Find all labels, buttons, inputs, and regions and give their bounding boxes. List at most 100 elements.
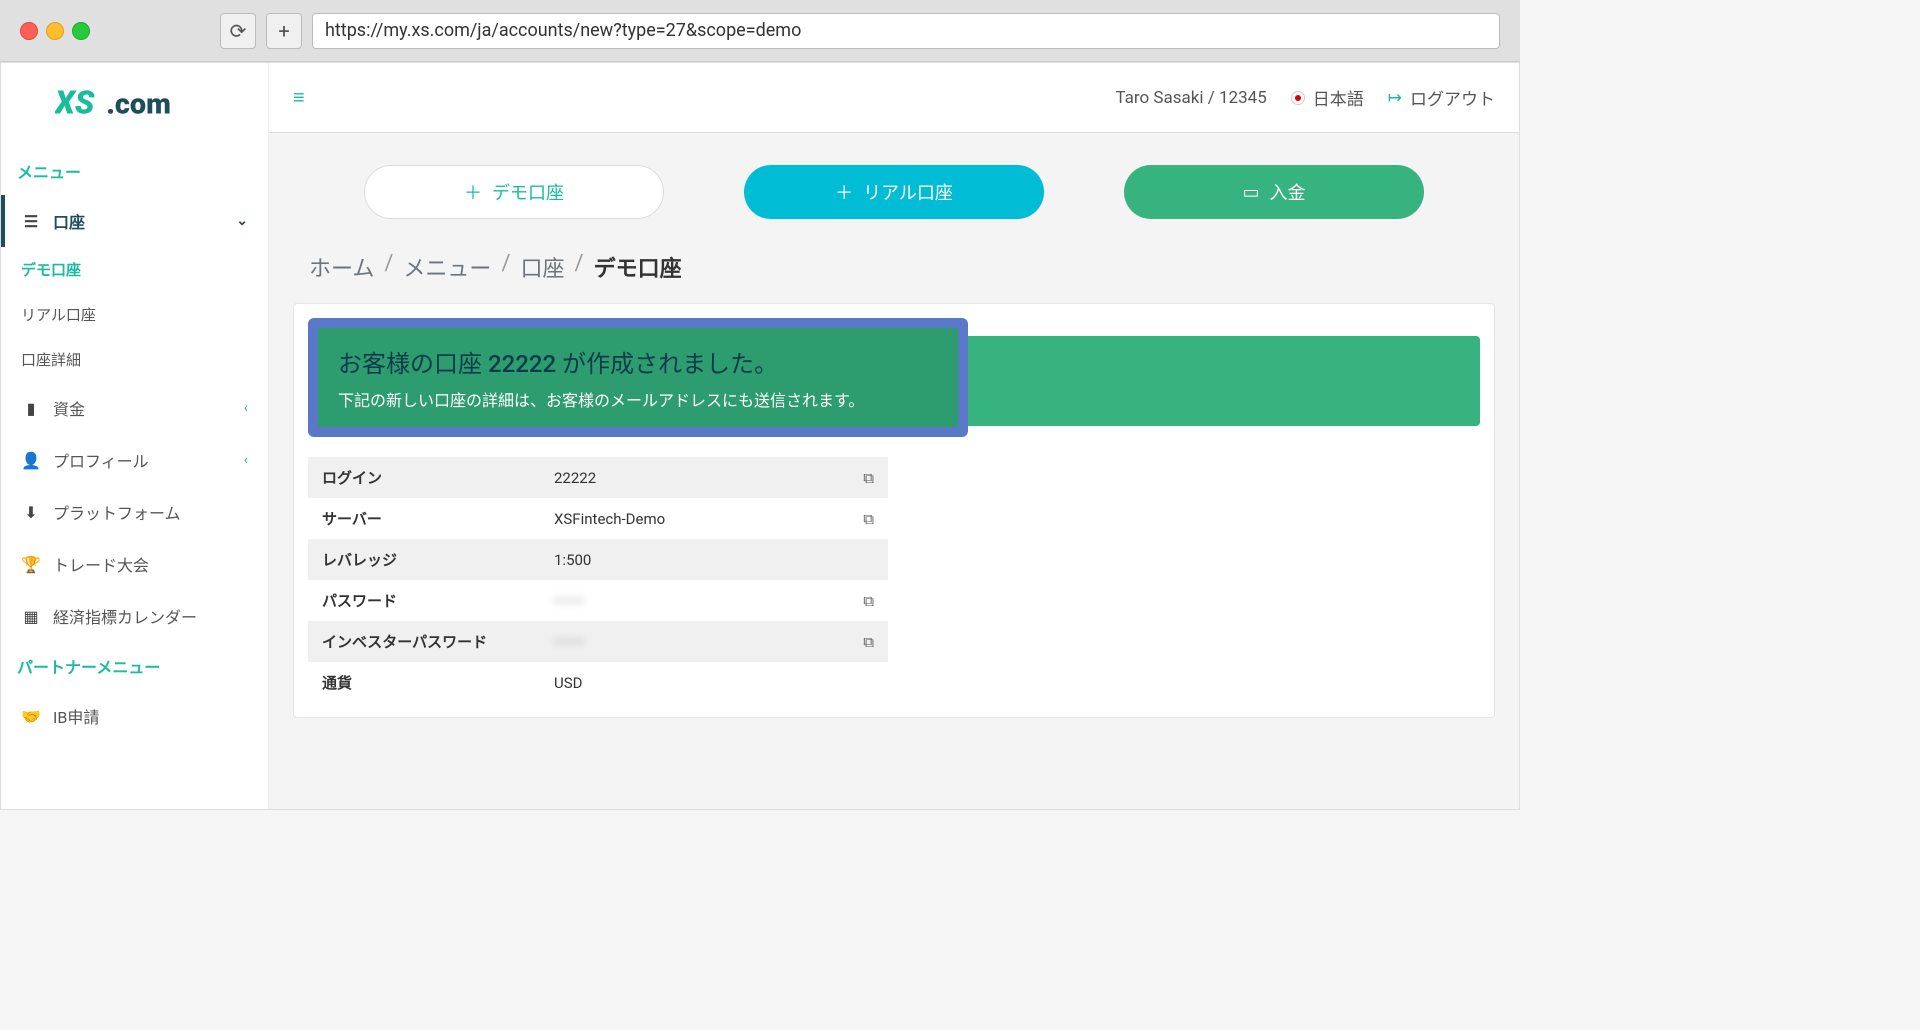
main: ≡ Taro Sasaki / 12345 日本語 ↦ ログアウト ＋ デモ口座… bbox=[269, 63, 1519, 809]
handshake-icon: 🤝 bbox=[21, 707, 41, 726]
login-label: ログイン bbox=[308, 457, 540, 498]
table-row: ログイン 22222 ⧉ bbox=[308, 457, 888, 498]
copy-placeholder bbox=[830, 539, 888, 580]
logo[interactable]: XS .com bbox=[1, 73, 268, 147]
sidebar-item-label: 資金 bbox=[53, 396, 85, 420]
table-row: サーバー XSFintech-Demo ⧉ bbox=[308, 498, 888, 539]
logout-button[interactable]: ↦ ログアウト bbox=[1388, 85, 1495, 110]
menu-header: メニュー bbox=[1, 147, 268, 195]
wallet-icon: ▮ bbox=[21, 399, 41, 418]
real-account-button[interactable]: ＋ リアル口座 bbox=[744, 165, 1044, 219]
copy-login-button[interactable]: ⧉ bbox=[830, 457, 888, 498]
chevron-down-icon: ⌄ bbox=[236, 213, 248, 229]
button-label: リアル口座 bbox=[863, 179, 953, 205]
list-icon: ☰ bbox=[21, 212, 41, 231]
sidebar-sub-detail[interactable]: 口座詳細 bbox=[1, 337, 268, 382]
sidebar-item-accounts[interactable]: ☰ 口座 ⌄ bbox=[1, 195, 268, 247]
copy-password-button[interactable]: ⧉ bbox=[830, 580, 888, 621]
hamburger-icon[interactable]: ≡ bbox=[293, 85, 305, 110]
svg-text:.com: .com bbox=[106, 87, 171, 121]
deposit-button[interactable]: ▭ 入金 bbox=[1124, 165, 1424, 219]
partner-header: パートナーメニュー bbox=[1, 642, 268, 690]
investor-value: •••••• bbox=[540, 621, 830, 662]
sidebar-item-label: IB申請 bbox=[53, 704, 99, 728]
server-label: サーバー bbox=[308, 498, 540, 539]
currency-label: 通貨 bbox=[308, 662, 540, 703]
demo-account-button[interactable]: ＋ デモ口座 bbox=[364, 165, 664, 219]
topbar: ≡ Taro Sasaki / 12345 日本語 ↦ ログアウト bbox=[269, 63, 1519, 133]
chevron-left-icon: ‹ bbox=[244, 400, 248, 416]
sidebar-item-ib[interactable]: 🤝 IB申請 bbox=[1, 690, 268, 742]
sidebar-item-funds[interactable]: ▮ 資金 ‹ bbox=[1, 382, 268, 434]
investor-label: インベスターパスワード bbox=[308, 621, 540, 662]
sidebar: XS .com メニュー ☰ 口座 ⌄ デモ口座 リアル口座 口座詳細 ▮ 資金 … bbox=[1, 63, 269, 809]
button-label: デモ口座 bbox=[492, 179, 564, 205]
breadcrumb-current: デモ口座 bbox=[594, 251, 682, 283]
card-icon: ▭ bbox=[1242, 182, 1259, 203]
trophy-icon: 🏆 bbox=[21, 555, 41, 574]
breadcrumb-home[interactable]: ホーム bbox=[309, 251, 374, 283]
user-info: Taro Sasaki / 12345 bbox=[1115, 88, 1266, 108]
logout-label: ログアウト bbox=[1410, 85, 1495, 110]
currency-value: USD bbox=[540, 662, 830, 703]
copy-investor-button[interactable]: ⧉ bbox=[830, 621, 888, 662]
plus-icon: ＋ bbox=[464, 179, 482, 205]
account-details-table: ログイン 22222 ⧉ サーバー XSFintech-Demo ⧉ レバレッジ… bbox=[308, 457, 888, 703]
reload-button[interactable]: ⟳ bbox=[220, 13, 256, 49]
app: XS .com メニュー ☰ 口座 ⌄ デモ口座 リアル口座 口座詳細 ▮ 資金 … bbox=[0, 62, 1520, 810]
sidebar-item-platform[interactable]: ⬇ プラットフォーム bbox=[1, 486, 268, 538]
table-row: パスワード •••••• ⧉ bbox=[308, 580, 888, 621]
password-label: パスワード bbox=[308, 580, 540, 621]
copy-server-button[interactable]: ⧉ bbox=[830, 498, 888, 539]
breadcrumb-accounts[interactable]: 口座 bbox=[521, 251, 565, 283]
breadcrumb-menu[interactable]: メニュー bbox=[403, 251, 491, 283]
japan-flag-icon bbox=[1291, 91, 1305, 105]
sidebar-item-label: トレード大会 bbox=[53, 552, 149, 576]
new-tab-button[interactable]: + bbox=[266, 13, 302, 49]
browser-chrome: ⟳ + https://my.xs.com/ja/accounts/new?ty… bbox=[0, 0, 1520, 62]
breadcrumb-sep: / bbox=[384, 251, 393, 283]
leverage-value: 1:500 bbox=[540, 539, 830, 580]
password-value: •••••• bbox=[540, 580, 830, 621]
sidebar-item-label: 経済指標カレンダー bbox=[53, 604, 197, 628]
server-value: XSFintech-Demo bbox=[540, 498, 830, 539]
language-selector[interactable]: 日本語 bbox=[1291, 85, 1364, 110]
url-bar[interactable]: https://my.xs.com/ja/accounts/new?type=2… bbox=[312, 13, 1500, 49]
banner-wrap: お客様の口座 22222 が作成されました。 下記の新しい口座の詳細は、お客様の… bbox=[308, 318, 1480, 437]
button-label: 入金 bbox=[1270, 179, 1306, 205]
close-window-icon[interactable] bbox=[20, 22, 38, 40]
traffic-lights bbox=[20, 22, 90, 40]
maximize-window-icon[interactable] bbox=[72, 22, 90, 40]
leverage-label: レバレッジ bbox=[308, 539, 540, 580]
sidebar-sub-demo[interactable]: デモ口座 bbox=[1, 247, 268, 292]
language-label: 日本語 bbox=[1313, 85, 1364, 110]
sidebar-item-label: プロフィール bbox=[53, 448, 149, 472]
copy-placeholder bbox=[830, 662, 888, 703]
table-row: レバレッジ 1:500 bbox=[308, 539, 888, 580]
content-card: お客様の口座 22222 が作成されました。 下記の新しい口座の詳細は、お客様の… bbox=[293, 303, 1495, 718]
user-icon: 👤 bbox=[21, 451, 41, 470]
chevron-left-icon: ‹ bbox=[244, 452, 248, 468]
sidebar-item-label: 口座 bbox=[53, 209, 85, 233]
download-icon: ⬇ bbox=[21, 503, 41, 522]
calendar-icon: ▦ bbox=[21, 607, 41, 626]
breadcrumb-sep: / bbox=[575, 251, 584, 283]
minimize-window-icon[interactable] bbox=[46, 22, 64, 40]
plus-icon: ＋ bbox=[835, 179, 853, 205]
sidebar-item-calendar[interactable]: ▦ 経済指標カレンダー bbox=[1, 590, 268, 642]
breadcrumb-sep: / bbox=[501, 251, 510, 283]
login-value: 22222 bbox=[540, 457, 830, 498]
sidebar-item-profile[interactable]: 👤 プロフィール ‹ bbox=[1, 434, 268, 486]
svg-text:XS: XS bbox=[55, 83, 95, 121]
action-row: ＋ デモ口座 ＋ リアル口座 ▭ 入金 bbox=[269, 133, 1519, 251]
success-banner: お客様の口座 22222 が作成されました。 下記の新しい口座の詳細は、お客様の… bbox=[308, 318, 968, 437]
sidebar-item-contest[interactable]: 🏆 トレード大会 bbox=[1, 538, 268, 590]
breadcrumb: ホーム / メニュー / 口座 / デモ口座 bbox=[269, 251, 1519, 303]
sidebar-item-label: プラットフォーム bbox=[53, 500, 181, 524]
table-row: インベスターパスワード •••••• ⧉ bbox=[308, 621, 888, 662]
banner-title: お客様の口座 22222 が作成されました。 bbox=[338, 344, 938, 379]
logout-icon: ↦ bbox=[1388, 88, 1402, 108]
table-row: 通貨 USD bbox=[308, 662, 888, 703]
sidebar-sub-real[interactable]: リアル口座 bbox=[1, 292, 268, 337]
banner-subtitle: 下記の新しい口座の詳細は、お客様のメールアドレスにも送信されます。 bbox=[338, 387, 938, 411]
